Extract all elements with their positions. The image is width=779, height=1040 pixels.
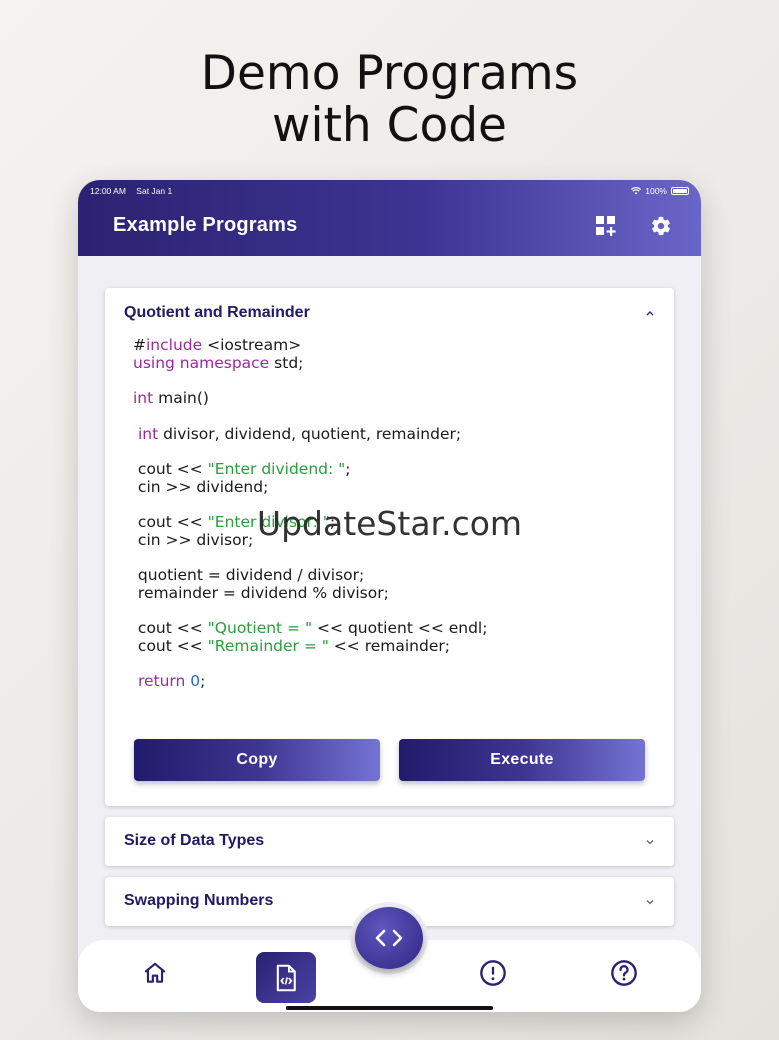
code-token: << quotient << endl; xyxy=(312,619,488,637)
code-token: << remainder; xyxy=(328,637,450,655)
code-token: int xyxy=(137,425,159,443)
code-line: int divisor, dividend, quotient, remaind… xyxy=(133,425,461,443)
code-token: main() xyxy=(153,389,209,407)
code-token: std; xyxy=(269,354,304,372)
code-token: int xyxy=(133,389,154,407)
code-token: divisor, dividend, quotient, remainder; xyxy=(158,425,462,443)
code-token: ; xyxy=(200,672,206,690)
program-card-size-of-data-types[interactable]: Size of Data Types xyxy=(105,817,674,866)
watermark-text: UpdateStar.com xyxy=(256,504,523,543)
code-brackets-icon xyxy=(375,929,403,947)
status-date: Sat Jan 1 xyxy=(136,186,173,196)
code-token: include xyxy=(146,336,203,354)
code-token: return xyxy=(137,672,186,690)
tablet-frame: 12:00 AM Sat Jan 1 100% Example Programs xyxy=(78,180,701,1012)
code-token: 0 xyxy=(190,672,201,690)
code-line: return 0; xyxy=(133,672,205,690)
code-token: using namespace xyxy=(133,354,270,372)
app-title: Example Programs xyxy=(113,214,298,236)
copy-button[interactable]: Copy xyxy=(134,739,380,781)
code-token: cout << xyxy=(133,460,208,478)
status-bar: 12:00 AM Sat Jan 1 100% xyxy=(90,184,689,198)
help-icon xyxy=(611,960,637,986)
code-line: cout << "Quotient = " << quotient << end… xyxy=(133,619,488,637)
code-token: ; xyxy=(345,460,351,478)
headline: Demo Programs with Code xyxy=(0,48,779,152)
app-bar: 12:00 AM Sat Jan 1 100% Example Programs xyxy=(78,180,701,256)
add-widget-icon[interactable] xyxy=(595,215,617,237)
code-token: cin >> dividend; xyxy=(133,478,269,496)
code-token: "Remainder = " xyxy=(207,637,329,655)
code-line: #include <iostream> xyxy=(133,336,301,354)
execute-button[interactable]: Execute xyxy=(399,739,645,781)
wifi-icon xyxy=(631,187,642,195)
nav-home[interactable] xyxy=(135,953,175,993)
code-line: quotient = dividend / divisor; xyxy=(133,566,364,584)
code-editor-fab[interactable] xyxy=(355,907,423,969)
code-token: quotient = dividend / divisor; xyxy=(133,566,365,584)
code-token: cout << xyxy=(133,637,208,655)
nav-alerts[interactable] xyxy=(473,953,513,993)
chevron-up-icon[interactable] xyxy=(644,307,656,319)
chevron-down-icon[interactable] xyxy=(644,836,656,848)
alert-icon xyxy=(480,960,506,986)
code-line: cin >> dividend; xyxy=(133,478,268,496)
code-line: cout << "Remainder = " << remainder; xyxy=(133,637,450,655)
nav-programs[interactable] xyxy=(256,952,316,1003)
code-token: # xyxy=(133,336,146,354)
code-line: remainder = dividend % divisor; xyxy=(133,584,389,602)
settings-gear-icon[interactable] xyxy=(650,215,672,237)
chevron-down-icon[interactable] xyxy=(644,896,656,908)
code-line: cout << "Enter dividend: "; xyxy=(133,460,351,478)
card-title: Swapping Numbers xyxy=(124,892,274,909)
code-token: "Quotient = " xyxy=(207,619,313,637)
home-icon xyxy=(144,962,166,983)
code-line: using namespace std; xyxy=(133,354,303,372)
card-title[interactable]: Quotient and Remainder xyxy=(124,304,310,322)
home-indicator xyxy=(286,1006,493,1010)
headline-line-2: with Code xyxy=(272,98,507,153)
code-file-icon xyxy=(276,964,296,991)
code-token: remainder = dividend % divisor; xyxy=(133,584,389,602)
code-token: cout << xyxy=(133,619,208,637)
code-token: <iostream> xyxy=(202,336,302,354)
card-title: Size of Data Types xyxy=(124,832,265,849)
program-card-expanded: Quotient and Remainder #include <iostrea… xyxy=(105,288,674,806)
status-time: 12:00 AM xyxy=(90,186,126,196)
battery-icon xyxy=(671,187,689,195)
code-line: int main() xyxy=(133,389,209,407)
headline-line-1: Demo Programs xyxy=(200,46,579,101)
nav-help[interactable] xyxy=(604,953,644,993)
code-token: "Enter dividend: " xyxy=(207,460,346,478)
battery-percent: 100% xyxy=(645,186,667,196)
